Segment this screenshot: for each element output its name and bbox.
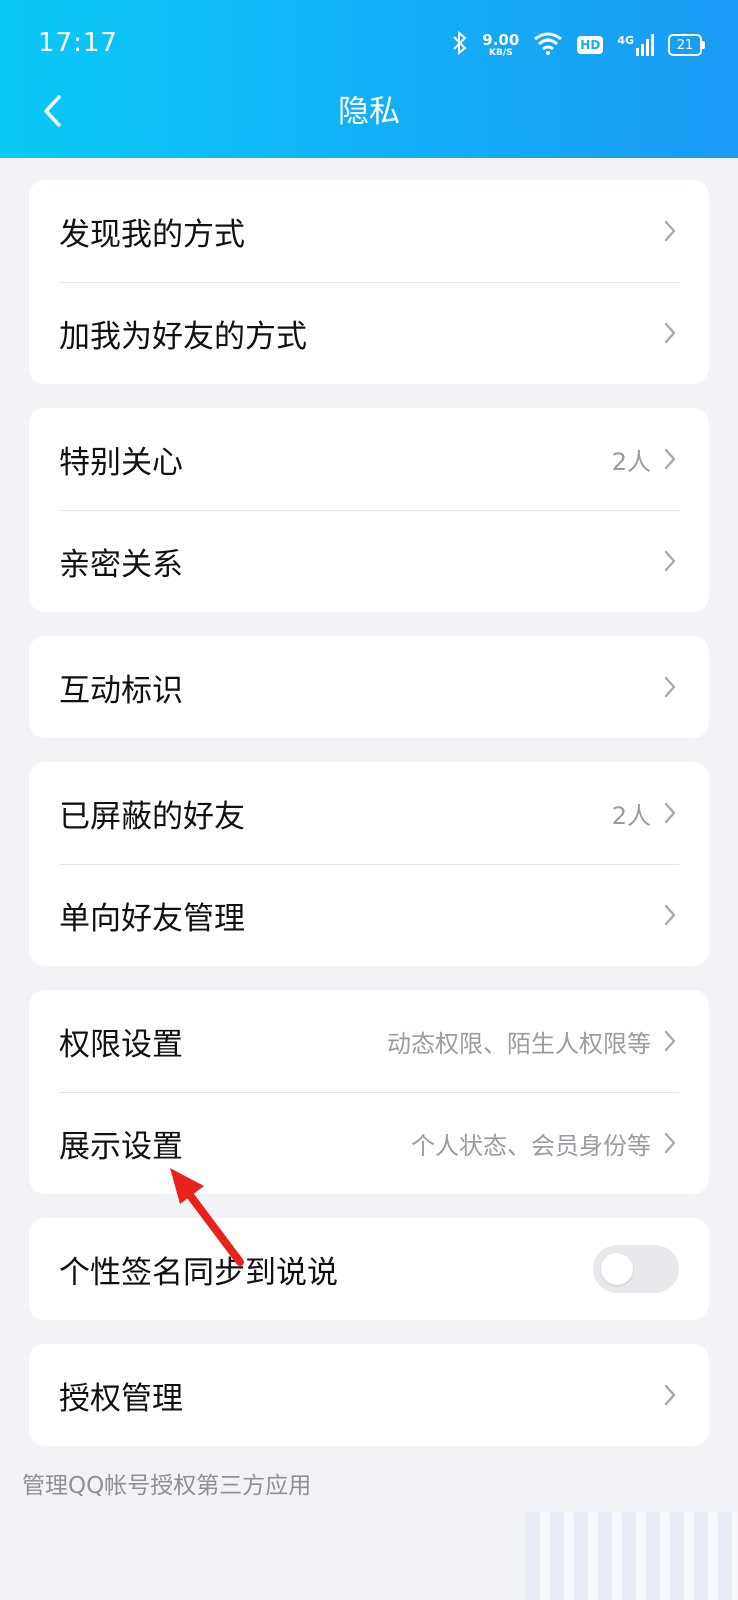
signal-icon: 4G — [617, 34, 654, 56]
row-intimate-relations[interactable]: 亲密关系 — [29, 510, 709, 612]
row-special-care[interactable]: 特别关心 2人 — [29, 408, 709, 510]
row-value: 个人状态、会员身份等 — [411, 1131, 651, 1160]
row-label: 发现我的方式 — [59, 216, 245, 253]
row-label: 特别关心 — [59, 444, 183, 481]
chevron-right-icon — [663, 1130, 679, 1156]
settings-group-relations: 特别关心 2人 亲密关系 — [29, 408, 709, 612]
row-signature-sync: 个性签名同步到说说 — [29, 1218, 709, 1320]
row-label: 加我为好友的方式 — [59, 318, 307, 355]
chevron-right-icon — [663, 320, 679, 346]
battery-icon: 21 — [668, 34, 705, 56]
settings-group-signature: 个性签名同步到说说 — [29, 1218, 709, 1320]
settings-group-authorization: 授权管理 — [29, 1344, 709, 1446]
row-label: 亲密关系 — [59, 546, 183, 583]
authorization-footnote: 管理QQ帐号授权第三方应用 — [22, 1473, 312, 1499]
row-permission-settings[interactable]: 权限设置 动态权限、陌生人权限等 — [29, 990, 709, 1092]
row-label: 授权管理 — [59, 1380, 183, 1417]
status-time: 17:17 — [38, 28, 118, 58]
watermark-blur — [526, 1512, 738, 1600]
settings-group-interaction: 互动标识 — [29, 636, 709, 738]
chevron-right-icon — [663, 548, 679, 574]
settings-group-discovery: 发现我的方式 加我为好友的方式 — [29, 180, 709, 384]
toggle-knob — [601, 1253, 633, 1285]
row-label: 互动标识 — [59, 672, 183, 709]
settings-group-blocked: 已屏蔽的好友 2人 单向好友管理 — [29, 762, 709, 966]
row-value: 2人 — [611, 447, 651, 476]
chevron-right-icon — [663, 218, 679, 244]
chevron-right-icon — [663, 800, 679, 826]
row-value: 2人 — [611, 801, 651, 830]
row-blocked-friends[interactable]: 已屏蔽的好友 2人 — [29, 762, 709, 864]
network-speed: 9.00 KB/S — [482, 30, 520, 58]
row-discover-me[interactable]: 发现我的方式 — [29, 180, 709, 282]
header: 17:17 9.00 KB/S HD 4G 21 隐私 — [0, 0, 738, 158]
row-label: 单向好友管理 — [59, 900, 245, 937]
page-title: 隐私 — [338, 94, 400, 130]
chevron-right-icon — [663, 1382, 679, 1408]
row-authorization-management[interactable]: 授权管理 — [29, 1344, 709, 1446]
row-label: 展示设置 — [59, 1128, 183, 1165]
signal-label: 4G — [617, 34, 634, 47]
wifi-icon — [533, 31, 563, 59]
row-display-settings[interactable]: 展示设置 个人状态、会员身份等 — [29, 1092, 709, 1194]
row-add-friend-method[interactable]: 加我为好友的方式 — [29, 282, 709, 384]
row-label: 权限设置 — [59, 1026, 183, 1063]
chevron-right-icon — [663, 1028, 679, 1054]
row-value: 动态权限、陌生人权限等 — [387, 1029, 651, 1058]
hd-badge: HD — [577, 36, 604, 54]
status-icons: 9.00 KB/S HD 4G 21 — [452, 30, 705, 60]
row-one-way-friends[interactable]: 单向好友管理 — [29, 864, 709, 966]
network-speed-unit: KB/S — [488, 47, 513, 58]
status-bar: 17:17 9.00 KB/S HD 4G 21 — [0, 0, 738, 90]
network-speed-value: 9.00 — [482, 30, 520, 49]
chevron-right-icon — [663, 902, 679, 928]
chevron-right-icon — [663, 446, 679, 472]
bluetooth-icon — [452, 30, 468, 59]
signature-sync-toggle[interactable] — [593, 1245, 679, 1293]
row-label: 个性签名同步到说说 — [59, 1254, 338, 1291]
settings-group-permissions: 权限设置 动态权限、陌生人权限等 展示设置 个人状态、会员身份等 — [29, 990, 709, 1194]
battery-level: 21 — [676, 37, 694, 53]
chevron-right-icon — [663, 674, 679, 700]
row-interaction-badges[interactable]: 互动标识 — [29, 636, 709, 738]
row-label: 已屏蔽的好友 — [59, 798, 245, 835]
